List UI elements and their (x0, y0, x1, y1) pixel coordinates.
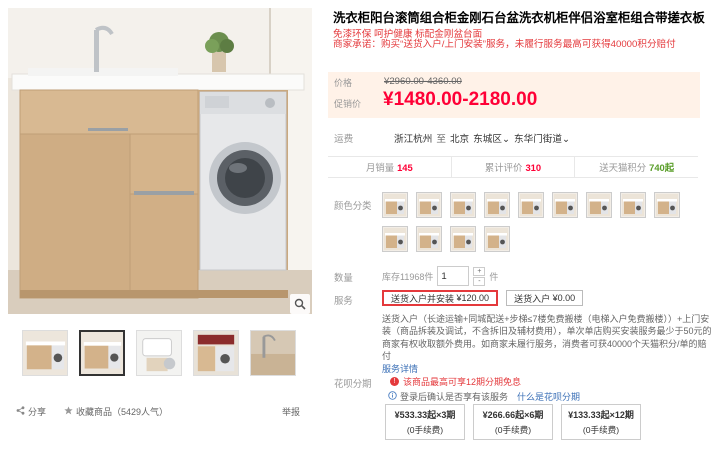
stat-label: 累计评价 (484, 162, 523, 173)
main-product-image[interactable] (8, 8, 312, 314)
stat-label: 月销量 (365, 162, 395, 173)
service-option-name: 送货入户 (514, 293, 551, 304)
stat-points: 送天猫积分 740起 (574, 157, 698, 177)
star-icon (64, 406, 73, 417)
quantity-input[interactable]: 1 (437, 266, 470, 286)
installment-plan-12[interactable]: ¥133.33起×12期 (0手续费) (561, 404, 641, 440)
sale-price-label: 促销价 (334, 99, 362, 109)
stat-value: 310 (525, 161, 542, 173)
thumbnail-strip (22, 330, 296, 380)
favorite-label: 收藏商品（5429人气） (76, 407, 169, 417)
color-swatch[interactable] (586, 192, 612, 218)
original-price: ¥2960.00-4360.00 (384, 76, 462, 87)
service-details-link[interactable]: 服务详情 (382, 364, 418, 374)
thumbnail-3[interactable] (136, 330, 182, 376)
color-swatch[interactable] (518, 192, 544, 218)
chevron-down-icon: ⌄ (501, 134, 510, 145)
color-swatch[interactable] (484, 192, 510, 218)
service-option-delivery[interactable]: 送货入户 ¥0.00 (506, 290, 584, 306)
shipping-city[interactable]: 北京 (450, 131, 469, 145)
color-swatch[interactable] (450, 192, 476, 218)
plan-fee: (0手续费) (406, 425, 444, 435)
service-options: 送货入户并安装 ¥120.00 送货入户 ¥0.00 (382, 290, 584, 306)
shipping-to-label: 至 (436, 134, 446, 145)
quantity-stepper: 库存11968件 1 + - 件 (382, 266, 498, 286)
shipping-from: 浙江杭州 (394, 134, 433, 145)
plan-amount: ¥266.66起×6期 (482, 410, 544, 420)
price-box: 价格 ¥2960.00-4360.00 促销价 ¥1480.00-2180.00 (328, 72, 700, 118)
color-label: 颜色分类 (334, 200, 372, 211)
huabei-login-text: 登录后确认是否享有该服务 (400, 392, 509, 402)
installment-plan-3[interactable]: ¥533.33起×3期 (0手续费) (385, 404, 465, 440)
shipping-district-label: 东城区 (473, 134, 502, 145)
sales-stats: 月销量 145 累计评价 310 送天猫积分 740起 (328, 156, 698, 178)
quantity-label: 数量 (334, 272, 353, 283)
color-swatch[interactable] (382, 226, 408, 252)
quantity-unit: 件 (489, 271, 499, 282)
huabei-login-row: 登录后确认是否享有该服务 什么是花呗分期 (388, 390, 580, 403)
service-option-price: ¥120.00 (456, 293, 490, 303)
report-link[interactable]: 举报 (282, 405, 300, 418)
plan-amount: ¥133.33起×12期 (568, 410, 634, 420)
color-swatch[interactable] (416, 192, 442, 218)
service-option-name: 送货入户并安装 (391, 293, 455, 304)
huabei-tip: ! 该商品最高可享12期分期免息 (390, 375, 521, 388)
color-swatch[interactable] (450, 226, 476, 252)
plan-amount: ¥533.33起×3期 (394, 410, 456, 420)
stat-value: 740起 (649, 162, 675, 173)
thumbnail-5[interactable] (250, 330, 296, 376)
service-option-price: ¥0.00 (552, 293, 576, 303)
product-title: 洗衣柜阳台滚筒组合柜金刚石台盆洗衣机柜伴侣浴室柜组合带搓衣板 (333, 11, 705, 25)
color-swatch[interactable] (552, 192, 578, 218)
sale-price: ¥1480.00-2180.00 (383, 89, 538, 110)
huabei-what-link[interactable]: 什么是花呗分期 (517, 390, 580, 403)
quantity-increase-button[interactable]: + (473, 266, 486, 276)
stat-monthly-sales: 月销量 145 (328, 157, 451, 177)
stat-label: 送天猫积分 (599, 162, 647, 173)
quantity-decrease-button[interactable]: - (473, 276, 486, 286)
installment-plans: ¥533.33起×3期 (0手续费) ¥266.66起×6期 (0手续费) ¥1… (385, 404, 641, 440)
thumbnail-2[interactable] (79, 330, 125, 376)
color-swatch[interactable] (484, 226, 510, 252)
stock-count: 库存11968件 (382, 271, 434, 282)
product-subtitle: 免漆环保 呵护健康 标配金刚盆台面 (333, 29, 483, 40)
color-swatch[interactable] (382, 192, 408, 218)
share-label: 分享 (28, 407, 47, 417)
service-label: 服务 (334, 295, 353, 306)
info-circle-icon (388, 391, 397, 402)
shipping-street-label: 东华门街道 (513, 134, 562, 145)
plan-fee: (0手续费) (494, 425, 532, 435)
service-description: 送货入户（长途运输+同城配送+步梯≤7楼免费搬楼（电梯入户免费搬楼））+上门安装… (382, 313, 712, 375)
color-swatch[interactable] (416, 226, 442, 252)
favorite-button[interactable]: 收藏商品（5429人气） (64, 405, 168, 418)
shipping-street[interactable]: 东华门街道⌄ (514, 131, 570, 145)
info-icon: ! (390, 377, 399, 386)
thumbnail-4[interactable] (193, 330, 239, 376)
chevron-down-icon: ⌄ (561, 134, 570, 145)
original-price-label: 价格 (334, 78, 353, 88)
service-description-text: 送货入户（长途运输+同城配送+步梯≤7楼免费搬楼（电梯入户免费搬楼））+上门安装… (382, 314, 712, 362)
plan-fee: (0手续费) (582, 425, 620, 435)
thumbnail-1[interactable] (22, 330, 68, 376)
image-actions-bar: 分享 收藏商品（5429人气） 举报 (16, 405, 300, 418)
zoom-icon[interactable] (290, 294, 310, 314)
color-swatch[interactable] (620, 192, 646, 218)
huabei-tip-text: 该商品最高可享12期分期免息 (403, 377, 522, 387)
huabei-label: 花呗分期 (334, 378, 372, 389)
service-option-install[interactable]: 送货入户并安装 ¥120.00 (382, 290, 499, 306)
color-swatch[interactable] (654, 192, 680, 218)
color-swatches (382, 192, 700, 252)
shipping-row: 运费 浙江杭州 至 北京 东城区⌄ 东华门街道⌄ (334, 131, 570, 145)
stat-value: 145 (397, 161, 413, 173)
merchant-promise: 商家承诺：购买“送货入户/上门安装”服务，未履行服务最高可获得40000积分赔付 (333, 39, 676, 50)
quantity-steps: + - (473, 266, 486, 286)
share-icon (16, 406, 25, 417)
shipping-district[interactable]: 东城区⌄ (473, 131, 510, 145)
installment-plan-6[interactable]: ¥266.66起×6期 (0手续费) (473, 404, 553, 440)
stat-reviews[interactable]: 累计评价 310 (450, 157, 575, 177)
share-button[interactable]: 分享 (16, 405, 46, 418)
shipping-label: 运费 (334, 134, 354, 145)
